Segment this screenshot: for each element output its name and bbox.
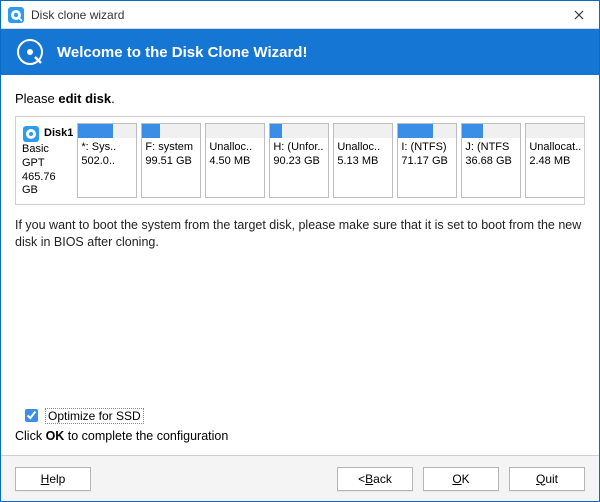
disk-row[interactable]: Disk1 Basic GPT 465.76 GB *: Sys..502.0.… <box>15 116 585 205</box>
boot-note: If you want to boot the system from the … <box>15 217 585 251</box>
partition-1[interactable]: F: system99.51 GB <box>141 123 201 198</box>
confirm-text: Click OK to complete the configuration <box>15 429 585 443</box>
partition-7[interactable]: Unallocat..2.48 MB <box>525 123 585 198</box>
footer: Help <Back OK Quit <box>1 455 599 501</box>
partition-usage-bar <box>398 124 456 138</box>
disk-type: Basic GPT <box>22 143 73 171</box>
disk-clone-icon <box>15 37 45 67</box>
instruction-prefix: Please <box>15 91 58 106</box>
partition-size: 99.51 GB <box>142 155 200 169</box>
partition-label: J: (NTFS <box>462 141 520 155</box>
content-area: Please edit disk. Disk1 Basic GPT 465.76… <box>1 75 599 455</box>
partition-label: Unalloc.. <box>206 141 264 155</box>
partition-usage-bar <box>270 124 328 138</box>
partition-5[interactable]: I: (NTFS)71.17 GB <box>397 123 457 198</box>
partition-6[interactable]: J: (NTFS36.68 GB <box>461 123 521 198</box>
partition-usage-bar <box>78 124 136 138</box>
instruction-text: Please edit disk. <box>15 91 585 106</box>
partition-size: 5.13 MB <box>334 155 392 169</box>
back-button[interactable]: <Back <box>337 467 413 491</box>
disk-size: 465.76 GB <box>22 171 73 199</box>
partition-size: 4.50 MB <box>206 155 264 169</box>
close-button[interactable] <box>559 1 599 29</box>
partition-size: 71.17 GB <box>398 155 456 169</box>
help-button[interactable]: Help <box>15 467 91 491</box>
partition-usage-bar <box>526 124 584 138</box>
confirm-bold: OK <box>46 429 65 443</box>
optimize-ssd-label: Optimize for SSD <box>45 408 144 424</box>
app-icon <box>7 6 25 24</box>
partition-usage-bar <box>142 124 200 138</box>
wizard-window: Disk clone wizard Welcome to the Disk Cl… <box>0 0 600 502</box>
instruction-suffix: . <box>111 91 115 106</box>
partition-label: I: (NTFS) <box>398 141 456 155</box>
confirm-prefix: Click <box>15 429 46 443</box>
partition-2[interactable]: Unalloc..4.50 MB <box>205 123 265 198</box>
quit-button[interactable]: Quit <box>509 467 585 491</box>
partition-4[interactable]: Unalloc..5.13 MB <box>333 123 393 198</box>
partition-3[interactable]: H: (Unfor..90.23 GB <box>269 123 329 198</box>
banner: Welcome to the Disk Clone Wizard! <box>1 29 599 75</box>
optimize-ssd-checkbox[interactable]: Optimize for SSD <box>15 406 585 425</box>
partition-label: *: Sys.. <box>78 141 136 155</box>
partition-size: 36.68 GB <box>462 155 520 169</box>
partition-label: H: (Unfor.. <box>270 141 328 155</box>
partition-0[interactable]: *: Sys..502.0.. <box>77 123 137 198</box>
disk-info: Disk1 Basic GPT 465.76 GB <box>22 123 73 198</box>
window-title: Disk clone wizard <box>31 8 124 22</box>
disk-name: Disk1 <box>44 127 73 141</box>
titlebar: Disk clone wizard <box>1 1 599 29</box>
ok-button[interactable]: OK <box>423 467 499 491</box>
partition-usage-bar <box>206 124 264 138</box>
partition-label: F: system <box>142 141 200 155</box>
partition-label: Unalloc.. <box>334 141 392 155</box>
confirm-suffix: to complete the configuration <box>64 429 228 443</box>
disk-icon <box>22 125 40 143</box>
partition-size: 90.23 GB <box>270 155 328 169</box>
partition-label: Unallocat.. <box>526 141 584 155</box>
instruction-bold: edit disk <box>58 91 111 106</box>
banner-title: Welcome to the Disk Clone Wizard! <box>57 44 307 61</box>
partition-usage-bar <box>462 124 520 138</box>
partition-size: 2.48 MB <box>526 155 584 169</box>
partition-size: 502.0.. <box>78 155 136 169</box>
partition-usage-bar <box>334 124 392 138</box>
optimize-ssd-input[interactable] <box>25 409 38 422</box>
